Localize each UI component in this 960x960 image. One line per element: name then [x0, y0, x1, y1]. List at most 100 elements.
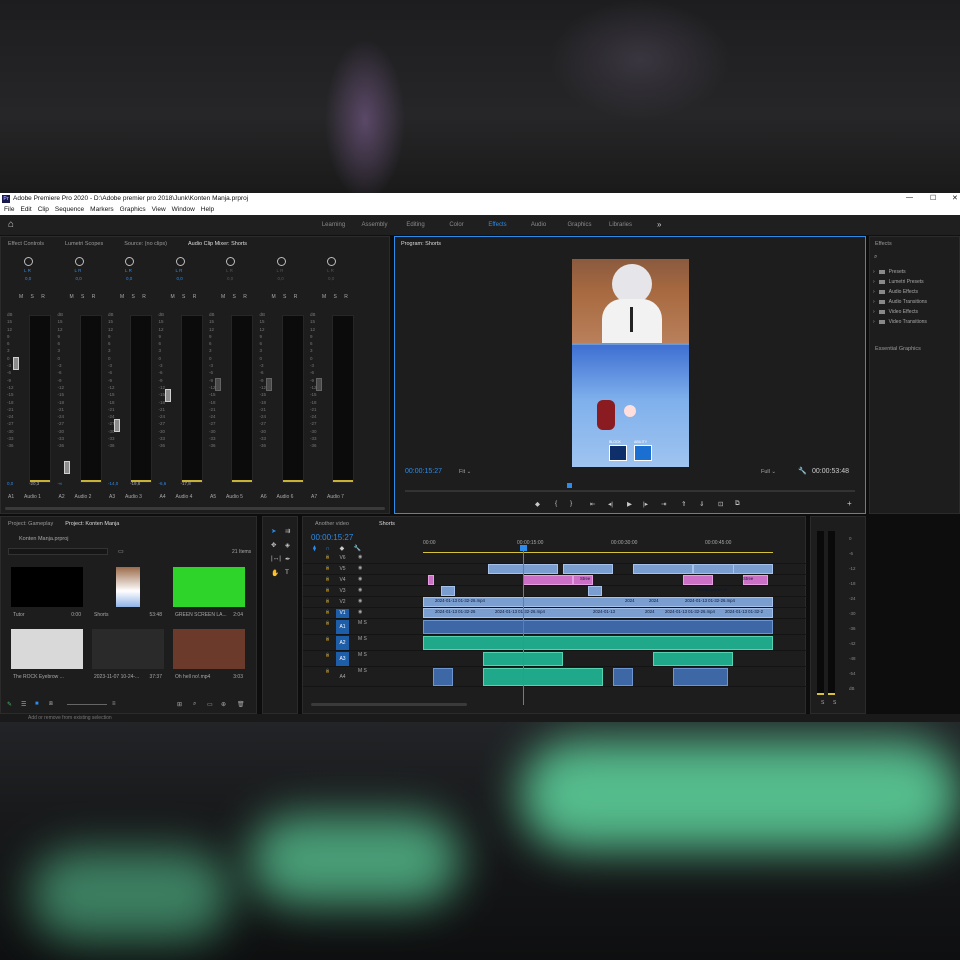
program-scrub-bar[interactable]: [405, 490, 855, 492]
automate-icon[interactable]: ⊞: [177, 701, 182, 708]
pan-knob[interactable]: [74, 257, 84, 266]
effects-folder[interactable]: › Lumetri Presets: [873, 277, 927, 287]
step-back-icon[interactable]: ◂|: [608, 500, 613, 508]
selection-tool-icon[interactable]: ➤: [271, 527, 276, 535]
solo-right-button[interactable]: S: [833, 700, 836, 706]
audio-clip[interactable]: [653, 652, 733, 666]
effects-folder[interactable]: › Presets: [873, 267, 927, 277]
audio-clip[interactable]: [423, 620, 773, 634]
pan-knob[interactable]: [24, 257, 33, 266]
video-clip[interactable]: [683, 575, 713, 585]
pan-value[interactable]: 0,0: [278, 276, 284, 281]
lift-icon[interactable]: ⇑: [681, 500, 686, 508]
trash-icon[interactable]: 🗑: [237, 701, 245, 708]
track-target[interactable]: A3: [336, 652, 349, 666]
program-timecode[interactable]: 00:00:15:27: [405, 468, 442, 475]
effects-folder[interactable]: › Video Effects: [873, 307, 927, 317]
play-icon[interactable]: ▶: [627, 500, 632, 508]
project-item[interactable]: 2023-11-07 10-24-... 37:37: [92, 629, 164, 685]
project-tab-0[interactable]: Project: Gameplay: [8, 521, 53, 527]
timeline-playhead-line[interactable]: [523, 545, 524, 705]
track-lock-icon[interactable]: 🔒: [325, 652, 330, 657]
track-lock-icon[interactable]: 🔒: [325, 609, 330, 614]
hand-tool-icon[interactable]: ✋: [271, 569, 279, 577]
program-playhead[interactable]: [567, 483, 572, 488]
pan-knob[interactable]: [276, 257, 286, 266]
mark-in-icon[interactable]: {: [555, 500, 557, 507]
new-item-icon[interactable]: ⊕: [221, 701, 226, 708]
compare-view-icon[interactable]: ⧉: [735, 500, 740, 508]
volume-fader-handle[interactable]: [63, 460, 70, 474]
mute-icon[interactable]: M S: [358, 668, 367, 674]
timeline-scrollbar[interactable]: [311, 703, 467, 706]
essential-graphics-tab[interactable]: Essential Graphics: [875, 346, 921, 352]
audio-clip[interactable]: [433, 668, 453, 686]
project-search-input[interactable]: [8, 548, 108, 555]
volume-fader-handle[interactable]: [265, 378, 272, 391]
export-frame-icon[interactable]: ⊡: [718, 500, 723, 508]
new-bin-icon[interactable]: ▭: [118, 548, 124, 555]
workspace-tab-assembly[interactable]: Assembly: [354, 222, 395, 228]
find-icon[interactable]: ⌕: [193, 701, 196, 708]
volume-fader-handle[interactable]: [164, 388, 171, 402]
effects-folder[interactable]: › Video Transitions: [873, 317, 927, 327]
track-target[interactable]: A4: [336, 668, 349, 686]
pan-value[interactable]: 0,0: [177, 276, 183, 281]
mute-icon[interactable]: M S: [358, 620, 367, 626]
toggle-output-icon[interactable]: ◉: [358, 554, 362, 560]
mute-solo-record[interactable]: M S R: [221, 294, 250, 300]
menu-clip[interactable]: Clip: [38, 206, 49, 213]
minimize-icon[interactable]: —: [906, 194, 913, 201]
toggle-output-icon[interactable]: ◉: [358, 598, 362, 604]
mute-solo-record[interactable]: M S R: [171, 294, 200, 300]
video-clip[interactable]: [441, 586, 455, 596]
menu-graphics[interactable]: Graphics: [120, 206, 146, 213]
project-item[interactable]: GREEN SCREEN LA... 2:04: [173, 567, 245, 623]
timeline-tab-1[interactable]: Shorts: [379, 521, 395, 527]
zoom-slider[interactable]: [67, 704, 107, 705]
video-clip[interactable]: [523, 575, 573, 585]
pan-value[interactable]: 0,0: [328, 276, 334, 281]
pan-value[interactable]: 0,0: [227, 276, 233, 281]
track-lock-icon[interactable]: 🔒: [325, 598, 330, 603]
razor-tool-icon[interactable]: ◈: [285, 541, 290, 549]
home-icon[interactable]: ⌂: [8, 219, 14, 230]
track-lock-icon[interactable]: 🔒: [325, 587, 330, 592]
timeline-tab-0[interactable]: Another video: [315, 521, 349, 527]
settings-wrench-icon[interactable]: 🔧: [798, 467, 807, 475]
solo-left-button[interactable]: S: [821, 700, 824, 706]
pen-tool-icon[interactable]: ✒: [285, 555, 290, 563]
menu-markers[interactable]: Markers: [90, 206, 113, 213]
video-clip[interactable]: [588, 586, 602, 596]
video-clip[interactable]: [563, 564, 613, 574]
button-editor-plus-icon[interactable]: +: [847, 499, 852, 508]
video-clip[interactable]: [428, 575, 434, 585]
time-ruler[interactable]: 00:00 00:00:15:00 00:00:30:00 00:00:45:00: [423, 537, 773, 551]
new-folder-icon[interactable]: ▭: [207, 701, 213, 708]
track-select-icon[interactable]: ⇉: [285, 527, 290, 535]
mute-solo-record[interactable]: M S R: [19, 294, 48, 300]
pan-knob[interactable]: [327, 257, 336, 266]
workspace-tab-libraries[interactable]: Libraries: [600, 222, 641, 228]
audio-clip[interactable]: [483, 668, 603, 686]
add-marker-timeline-icon[interactable]: ◆: [340, 546, 345, 552]
icon-view-icon[interactable]: ■: [35, 701, 39, 707]
track-target[interactable]: V5: [336, 565, 349, 574]
pan-knob[interactable]: [175, 257, 185, 266]
track-lock-icon[interactable]: 🔒: [325, 668, 330, 673]
volume-fader-handle[interactable]: [316, 378, 322, 391]
workspace-tab-editing[interactable]: Editing: [395, 222, 436, 228]
toggle-output-icon[interactable]: ◉: [358, 587, 362, 593]
track-target[interactable]: V3: [336, 587, 349, 596]
list-view-icon[interactable]: ☰: [21, 701, 26, 708]
workspace-tab-audio[interactable]: Audio: [518, 222, 559, 228]
volume-fader-handle[interactable]: [114, 418, 120, 432]
go-to-out-icon[interactable]: ⇥: [661, 500, 666, 508]
audio-clip[interactable]: [613, 668, 633, 686]
track-target[interactable]: A2: [336, 636, 349, 650]
toggle-output-icon[interactable]: ◉: [358, 576, 362, 582]
track-lock-icon[interactable]: 🔒: [325, 554, 330, 559]
track-target[interactable]: A1: [336, 620, 349, 634]
snap-icon[interactable]: ⧫: [313, 546, 316, 552]
close-icon[interactable]: ✕: [952, 194, 958, 202]
